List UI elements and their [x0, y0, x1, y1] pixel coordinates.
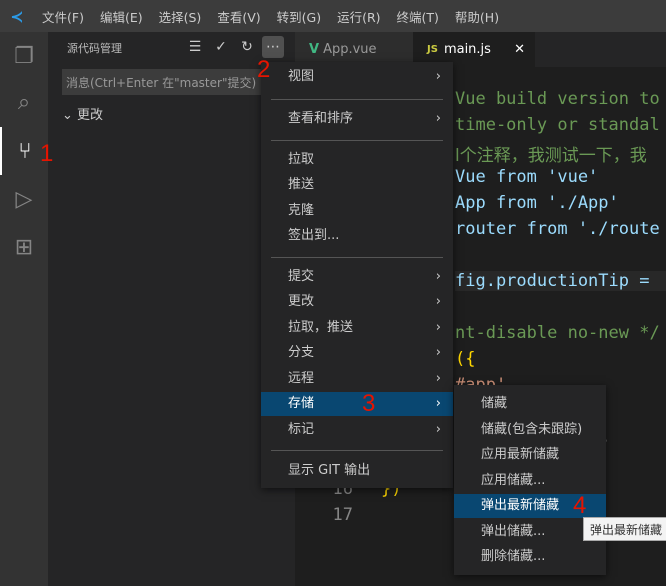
code-line: Vue build version to: [455, 89, 660, 109]
chevron-right-icon: ›: [435, 371, 441, 386]
code-line: ({: [455, 349, 476, 369]
menu-item-branch[interactable]: 分支 ›: [261, 341, 453, 365]
menu-item-remote[interactable]: 远程 ›: [261, 367, 453, 391]
menu-item-checkout[interactable]: 签出到...: [261, 224, 453, 248]
code-line: App from './App': [455, 193, 619, 213]
menu-item-show-git-output[interactable]: 显示 GIT 输出: [261, 459, 453, 483]
menu-edit[interactable]: 编辑(E): [92, 7, 151, 26]
chevron-right-icon: ›: [435, 294, 441, 309]
annotation-2: 2: [257, 56, 271, 83]
refresh-icon[interactable]: ↻: [236, 36, 258, 58]
tab-label: main.js: [443, 42, 491, 57]
vue-icon: V: [309, 42, 320, 57]
panel-title: 源代码管理: [67, 42, 122, 55]
menu-terminal[interactable]: 终端(T): [389, 7, 447, 26]
chevron-right-icon: ›: [435, 396, 441, 411]
menu-item-tags[interactable]: 标记 ›: [261, 418, 453, 442]
menu-selection[interactable]: 选择(S): [151, 7, 210, 26]
annotation-4: 4: [573, 492, 587, 519]
line-number: 17: [332, 505, 353, 525]
tree-view-icon[interactable]: ☰: [184, 36, 206, 58]
more-actions-icon[interactable]: ⋯: [262, 36, 284, 58]
chevron-right-icon: ›: [435, 320, 441, 335]
chevron-right-icon: ›: [435, 422, 441, 437]
chevron-right-icon: ›: [435, 111, 441, 126]
files-icon[interactable]: ❐: [0, 32, 48, 80]
submenu-item-stash[interactable]: 储藏: [454, 392, 606, 416]
commit-check-icon[interactable]: ✓: [210, 36, 232, 58]
code-line: time-only or standal: [455, 115, 660, 135]
chevron-right-icon: ›: [435, 345, 441, 360]
extensions-icon[interactable]: ⊞: [0, 223, 48, 271]
more-actions-menu: 视图 › 查看和排序 › 拉取 推送 克隆 签出到... 提交 › 更改 › 拉取，推送…: [261, 62, 453, 488]
code-line: nt-disable no-new */: [455, 323, 660, 343]
tooltip: 弹出最新储藏: [583, 517, 666, 541]
commit-message-input[interactable]: 消息(Ctrl+Enter 在"master"提交): [62, 69, 262, 95]
search-icon[interactable]: ⌕: [0, 78, 48, 126]
menu-item-view-sort[interactable]: 查看和排序 ›: [261, 107, 453, 131]
source-control-panel: 源代码管理 ☰ ✓ ↻ ⋯ 消息(Ctrl+Enter 在"master"提交)…: [48, 32, 295, 586]
submenu-item-stash-untracked[interactable]: 储藏(包含未跟踪): [454, 418, 606, 442]
tab-label: App.vue: [323, 42, 377, 57]
close-icon[interactable]: ✕: [514, 42, 525, 57]
js-icon: JS: [427, 44, 438, 55]
menu-item-pull[interactable]: 拉取: [261, 148, 453, 172]
title-bar: ≺ 文件(F) 编辑(E) 选择(S) 查看(V) 转到(G) 运行(R) 终端…: [0, 0, 666, 32]
changes-label: 更改: [77, 108, 104, 123]
menu-item-push[interactable]: 推送: [261, 173, 453, 197]
submenu-item-drop-stash[interactable]: 删除储藏...: [454, 545, 606, 569]
menu-item-view[interactable]: 视图 ›: [261, 65, 453, 89]
submenu-item-apply-stash[interactable]: 应用储藏...: [454, 469, 606, 493]
submenu-item-apply-latest[interactable]: 应用最新储藏: [454, 443, 606, 467]
menu-item-commit[interactable]: 提交 ›: [261, 265, 453, 289]
code-line: Vue from 'vue': [455, 167, 599, 187]
code-line: router from './route: [455, 219, 660, 239]
menu-view[interactable]: 查看(V): [209, 7, 268, 26]
menu-file[interactable]: 文件(F): [34, 7, 92, 26]
vscode-logo-icon: ≺: [10, 6, 24, 26]
menu-run[interactable]: 运行(R): [329, 7, 388, 26]
activity-bar: ❐ ⌕ ⑂ ▷ ⊞: [0, 32, 48, 586]
menu-item-stash[interactable]: 存储 ›: [261, 392, 453, 416]
changes-section[interactable]: ⌄ 更改: [62, 104, 103, 123]
menu-item-changes[interactable]: 更改 ›: [261, 290, 453, 314]
annotation-1: 1: [40, 140, 54, 167]
code-line: l个注释，我测试一下，我: [455, 146, 647, 166]
run-debug-icon[interactable]: ▷: [0, 175, 48, 223]
chevron-down-icon: ⌄: [62, 108, 78, 123]
chevron-right-icon: ›: [435, 69, 441, 84]
menu-item-pull-push[interactable]: 拉取，推送 ›: [261, 316, 453, 340]
stash-submenu: 储藏 储藏(包含未跟踪) 应用最新储藏 应用储藏... 弹出最新储藏 弹出储藏.…: [454, 385, 606, 575]
code-line: fig.productionTip =: [455, 271, 666, 291]
annotation-3: 3: [362, 390, 376, 417]
menu-help[interactable]: 帮助(H): [447, 7, 507, 26]
menu-go[interactable]: 转到(G): [269, 7, 329, 26]
chevron-right-icon: ›: [435, 269, 441, 284]
menu-item-clone[interactable]: 克隆: [261, 199, 453, 223]
